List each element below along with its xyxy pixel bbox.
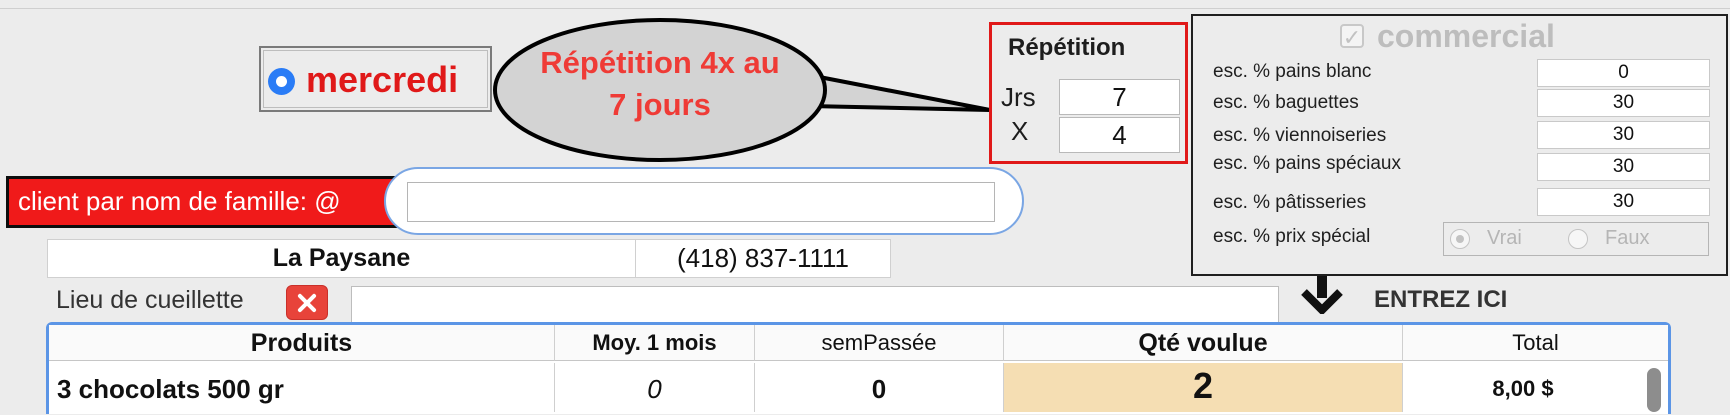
- jours-field[interactable]: 7: [1059, 79, 1180, 115]
- cell-produit[interactable]: 3 chocolats 500 gr: [49, 363, 555, 412]
- discount-label: esc. % pains blanc: [1213, 61, 1372, 82]
- radio-vrai[interactable]: [1450, 229, 1470, 249]
- column-header-total[interactable]: Total: [1403, 325, 1668, 361]
- column-header-qte[interactable]: Qté voulue: [1004, 325, 1403, 361]
- table-scrollbar[interactable]: [1647, 368, 1661, 412]
- annotation-line-2: 7 jours: [609, 87, 711, 122]
- column-header-produits[interactable]: Produits: [49, 325, 555, 361]
- discount-field[interactable]: 30: [1537, 89, 1710, 117]
- x-label: X: [1011, 116, 1029, 146]
- checkbox-checked-icon[interactable]: ✓: [1340, 24, 1364, 50]
- radio-faux[interactable]: [1568, 229, 1588, 249]
- prix-special-label: esc. % prix spécial: [1213, 226, 1371, 247]
- jours-label: Jrs: [1001, 82, 1036, 112]
- annotation-line-1: Répétition 4x au: [540, 45, 780, 80]
- radio-faux-label: Faux: [1605, 227, 1650, 249]
- column-header-sempassee[interactable]: semPassée: [755, 325, 1004, 361]
- cell-sempassee: 0: [755, 363, 1004, 412]
- cell-moyenne: 0: [555, 363, 755, 412]
- column-header-moyenne[interactable]: Moy. 1 mois: [555, 325, 755, 361]
- annotation-text: Répétition 4x au 7 jours: [500, 42, 820, 126]
- customer-name: La Paysane: [47, 239, 636, 278]
- x-field[interactable]: 4: [1059, 117, 1180, 153]
- radio-selected-icon[interactable]: [268, 68, 295, 95]
- pickup-label: Lieu de cueillette: [56, 286, 244, 314]
- discount-field[interactable]: 30: [1537, 153, 1710, 181]
- client-search-input[interactable]: [407, 182, 995, 222]
- cell-qte[interactable]: 2: [1004, 363, 1403, 412]
- discount-label: esc. % pâtisseries: [1213, 192, 1367, 213]
- commercial-title: commercial: [1377, 18, 1555, 54]
- discount-label: esc. % pains spéciaux: [1213, 153, 1401, 174]
- customer-phone: (418) 837-1111: [635, 239, 891, 278]
- arrow-down-icon: [1301, 276, 1343, 314]
- discount-field[interactable]: 0: [1537, 59, 1710, 87]
- pickup-input[interactable]: [351, 286, 1279, 323]
- cell-total: 8,00 $: [1403, 363, 1643, 412]
- discount-label: esc. % viennoiseries: [1213, 125, 1387, 146]
- discount-field[interactable]: 30: [1537, 121, 1710, 149]
- client-search-label: client par nom de famille: @: [18, 186, 341, 216]
- radio-vrai-label: Vrai: [1487, 227, 1522, 249]
- close-icon[interactable]: [286, 285, 328, 320]
- discount-label: esc. % baguettes: [1213, 92, 1359, 113]
- repetition-title: Répétition: [1008, 34, 1126, 61]
- discount-field[interactable]: 30: [1537, 188, 1710, 216]
- entry-hint: ENTREZ ICI: [1374, 286, 1508, 313]
- day-label: mercredi: [306, 59, 459, 100]
